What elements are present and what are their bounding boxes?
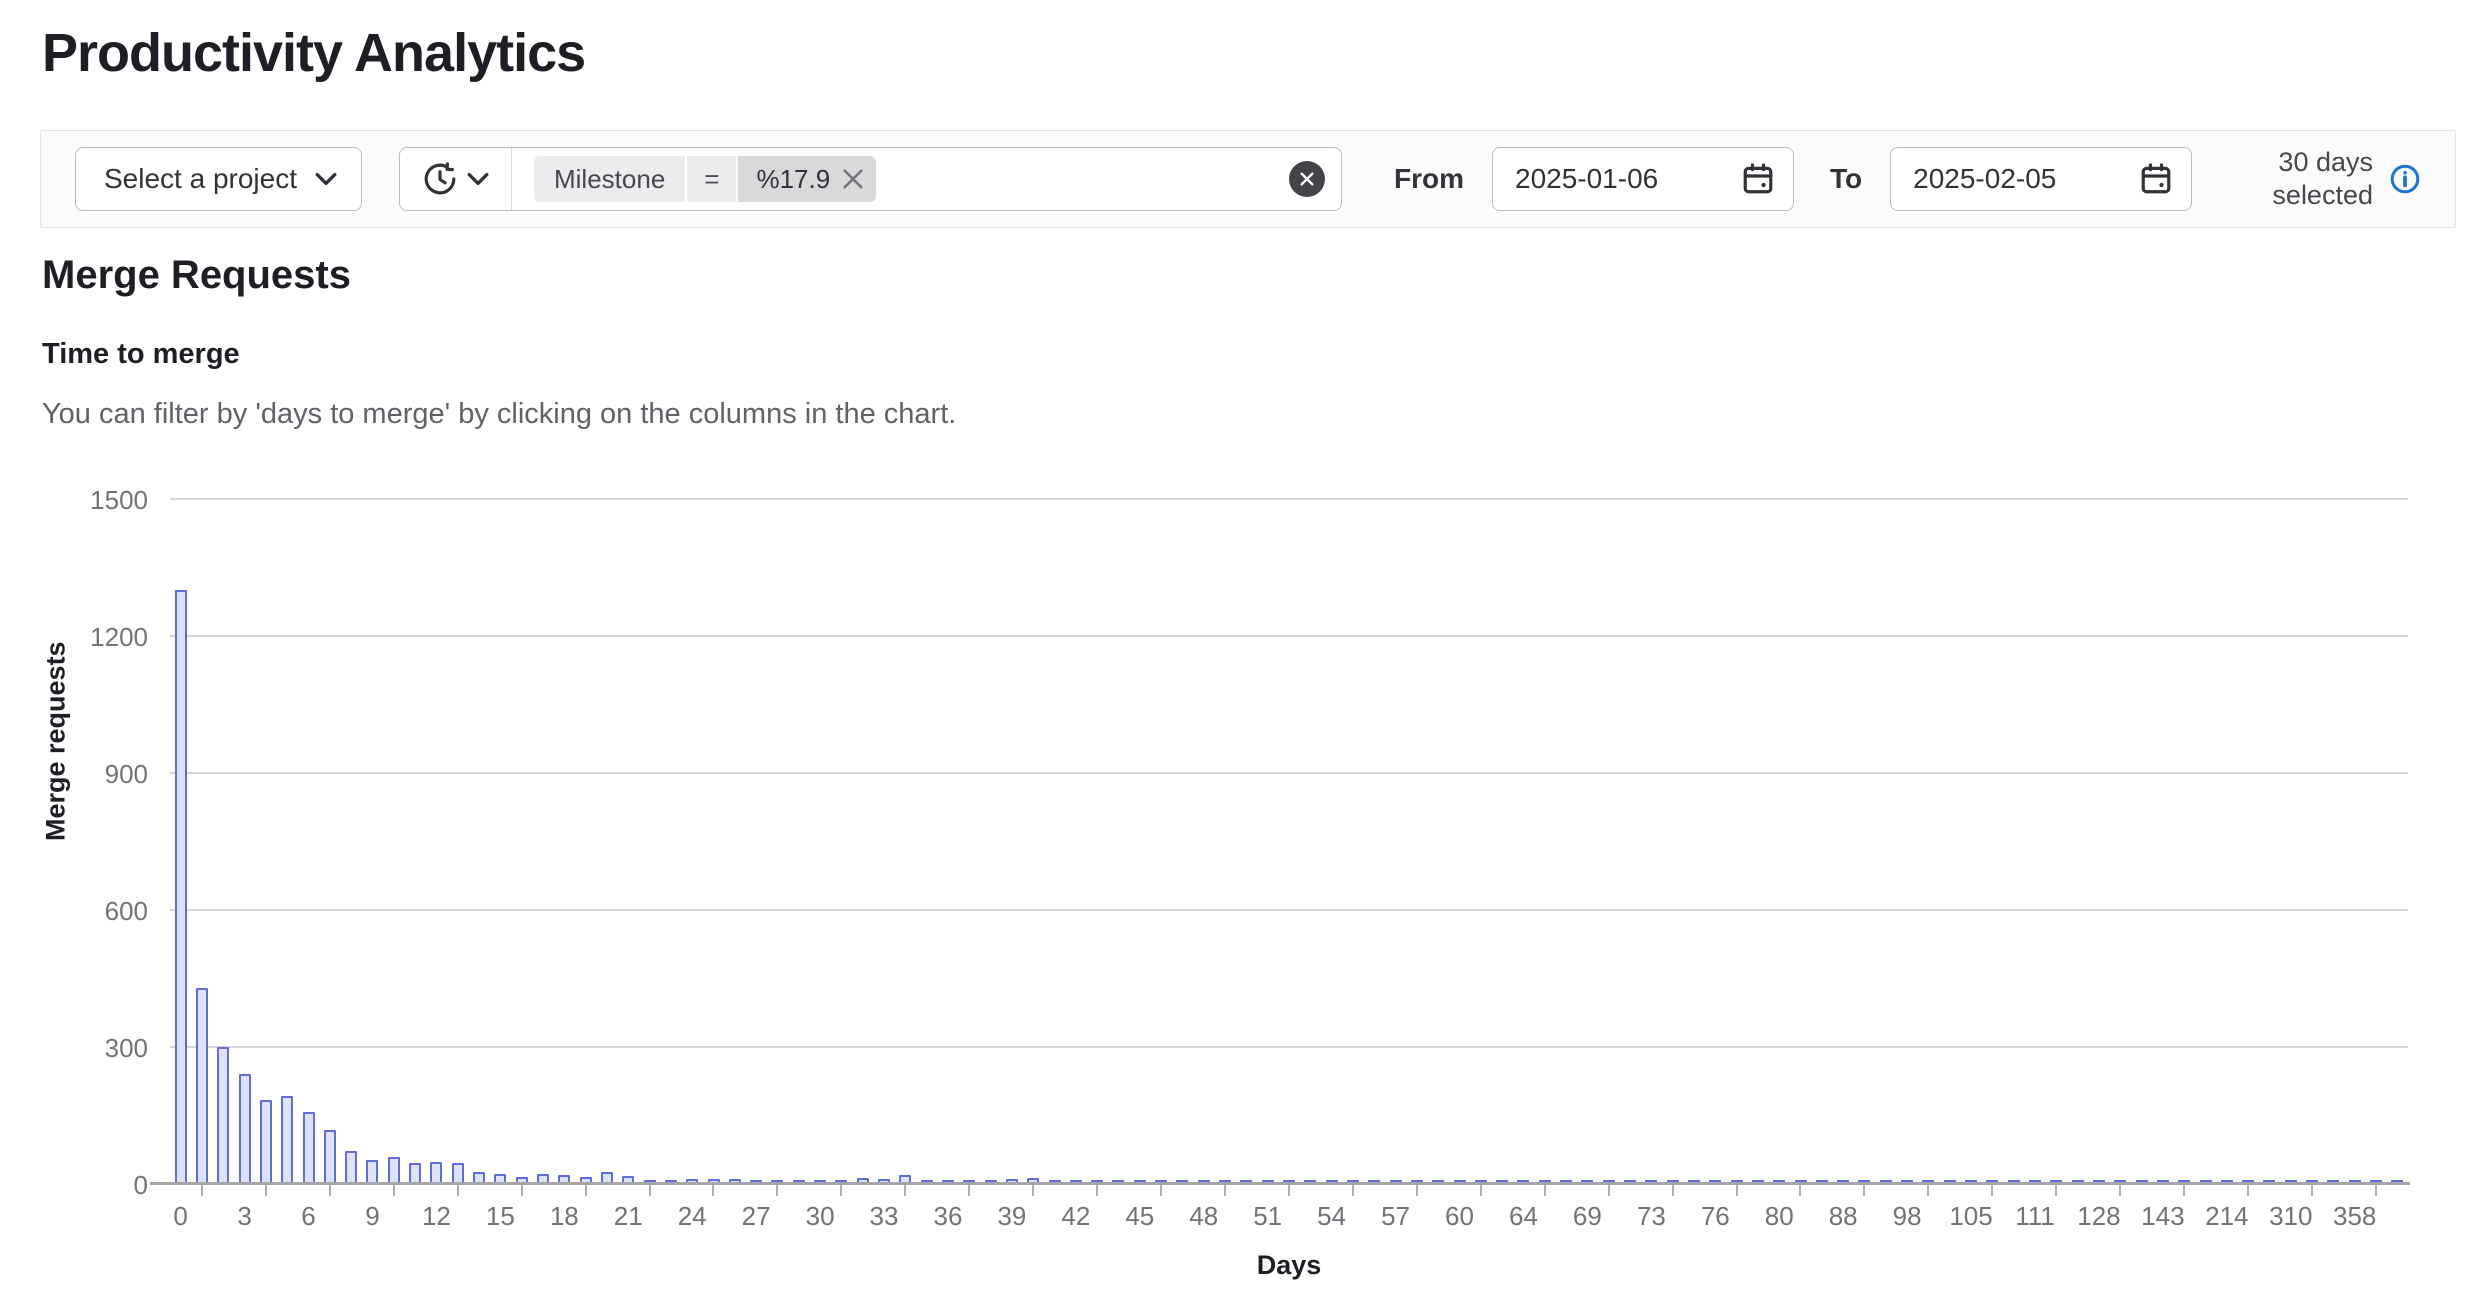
x-axis-tick <box>2183 1185 2185 1196</box>
token-name[interactable]: Milestone <box>534 156 685 202</box>
x-axis-tick <box>776 1185 778 1196</box>
days-selected-text: 30 days selected <box>2272 146 2373 212</box>
filter-token-milestone: Milestone = %17.9 <box>534 156 876 202</box>
days-selected-summary: 30 days selected <box>2272 146 2421 212</box>
y-tick-label: 600 <box>0 896 148 927</box>
x-axis-tick <box>1736 1185 1738 1196</box>
information-icon[interactable] <box>2389 163 2421 195</box>
x-axis-tick <box>840 1185 842 1196</box>
x-tick-label: 358 <box>2305 1201 2405 1232</box>
x-axis-tick <box>1096 1185 1098 1196</box>
to-date-input[interactable]: 2025-02-05 <box>1890 147 2192 211</box>
gridline-y-600 <box>170 909 2408 911</box>
filtered-search-input[interactable]: Milestone = %17.9 <box>399 147 1342 211</box>
select-project-dropdown[interactable]: Select a project <box>75 147 362 211</box>
merge-requests-bar[interactable] <box>175 590 187 1184</box>
x-axis-tick <box>2119 1185 2121 1196</box>
x-axis-tick <box>1608 1185 1610 1196</box>
x-axis-title: Days <box>1189 1250 1389 1281</box>
x-axis-tick <box>2055 1185 2057 1196</box>
merge-requests-bar[interactable] <box>217 1047 229 1184</box>
x-axis-tick <box>1416 1185 1418 1196</box>
x-axis-tick <box>1224 1185 1226 1196</box>
merge-requests-bar[interactable] <box>388 1157 400 1184</box>
x-axis-tick <box>1352 1185 1354 1196</box>
chevron-down-icon <box>467 172 489 186</box>
x-axis-tick <box>2311 1185 2313 1196</box>
x-axis-tick <box>904 1185 906 1196</box>
from-date-input[interactable]: 2025-01-06 <box>1492 147 1794 211</box>
x-axis-tick <box>1799 1185 1801 1196</box>
merge-requests-bar[interactable] <box>239 1074 251 1184</box>
chart-description: You can filter by 'days to merge' by cli… <box>42 398 956 431</box>
time-to-merge-chart: Merge requests Days 03006009001200150003… <box>0 478 2484 1298</box>
x-axis-tick <box>1160 1185 1162 1196</box>
x-axis-tick <box>712 1185 714 1196</box>
chart-plot-area <box>170 499 2408 1184</box>
x-axis-tick <box>1991 1185 1993 1196</box>
y-tick-label: 300 <box>0 1033 148 1064</box>
gridline-y-900 <box>170 772 2408 774</box>
x-axis-tick <box>649 1185 651 1196</box>
y-tick-label: 1200 <box>0 622 148 653</box>
gridline-y-1500 <box>170 498 2408 500</box>
x-axis-tick <box>2247 1185 2249 1196</box>
chevron-down-icon <box>315 172 337 186</box>
gridline-y-300 <box>170 1046 2408 1048</box>
x-axis-tick <box>1480 1185 1482 1196</box>
productivity-analytics-page: Productivity Analytics Select a project … <box>0 0 2484 1298</box>
x-axis-tick <box>968 1185 970 1196</box>
clear-circle-x-icon <box>1299 171 1315 187</box>
search-history-button[interactable] <box>400 148 512 210</box>
to-label: To <box>1830 163 1862 195</box>
x-axis-tick <box>2375 1185 2377 1196</box>
x-axis-tick <box>585 1185 587 1196</box>
x-axis-tick <box>393 1185 395 1196</box>
x-axis-tick <box>521 1185 523 1196</box>
y-tick-label: 1500 <box>0 485 148 516</box>
clear-search-button[interactable] <box>1289 161 1325 197</box>
merge-requests-bar[interactable] <box>345 1151 357 1184</box>
calendar-icon[interactable] <box>1741 162 1775 196</box>
token-value-text: %17.9 <box>756 164 830 195</box>
merge-requests-bar[interactable] <box>324 1130 336 1184</box>
filter-bar: Select a project Milestone = %17.9 <box>40 130 2456 228</box>
chart-title: Time to merge <box>42 338 240 371</box>
page-title: Productivity Analytics <box>42 22 585 84</box>
section-heading: Merge Requests <box>42 253 351 298</box>
from-label: From <box>1394 163 1464 195</box>
x-axis-tick <box>1032 1185 1034 1196</box>
x-axis-tick <box>1544 1185 1546 1196</box>
gridline-y-1200 <box>170 635 2408 637</box>
history-icon <box>423 162 457 196</box>
x-axis-tick <box>1672 1185 1674 1196</box>
select-project-label: Select a project <box>104 163 297 195</box>
from-date-value: 2025-01-06 <box>1515 163 1658 195</box>
merge-requests-bar[interactable] <box>452 1163 464 1184</box>
close-x-icon[interactable] <box>842 168 864 190</box>
merge-requests-bar[interactable] <box>281 1096 293 1184</box>
y-tick-label: 900 <box>0 759 148 790</box>
merge-requests-bar[interactable] <box>260 1100 272 1184</box>
x-axis-tick <box>1288 1185 1290 1196</box>
to-date-value: 2025-02-05 <box>1913 163 2056 195</box>
token-value[interactable]: %17.9 <box>738 156 876 202</box>
y-tick-label: 0 <box>0 1170 148 1201</box>
token-operator[interactable]: = <box>687 156 736 202</box>
merge-requests-bar[interactable] <box>409 1163 421 1184</box>
x-axis-tick <box>1927 1185 1929 1196</box>
x-axis-tick <box>329 1185 331 1196</box>
calendar-icon[interactable] <box>2139 162 2173 196</box>
merge-requests-bar[interactable] <box>196 988 208 1184</box>
x-axis-tick <box>201 1185 203 1196</box>
x-axis-tick <box>457 1185 459 1196</box>
x-axis-tick <box>265 1185 267 1196</box>
merge-requests-bar[interactable] <box>366 1160 378 1184</box>
search-token-area[interactable]: Milestone = %17.9 <box>512 148 1289 210</box>
merge-requests-bar[interactable] <box>303 1112 315 1184</box>
x-axis-line <box>150 1182 2410 1185</box>
x-axis-tick <box>1863 1185 1865 1196</box>
merge-requests-bar[interactable] <box>430 1162 442 1184</box>
